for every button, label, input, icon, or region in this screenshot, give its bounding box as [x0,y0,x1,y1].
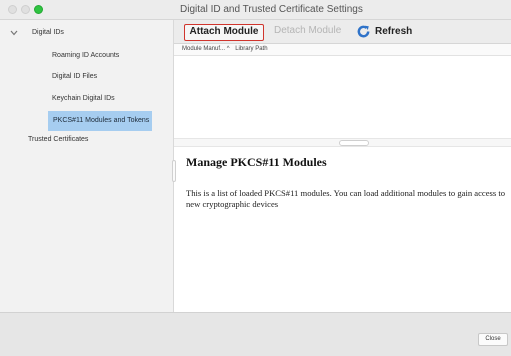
toolbar: Attach Module Detach Module Refresh [174,20,511,44]
sidebar-item-digital-ids[interactable]: Digital IDs [32,29,64,36]
window-close-button[interactable] [8,5,17,14]
modules-table-body[interactable] [174,56,511,138]
sidebar-item-roaming-id-accounts[interactable]: Roaming ID Accounts [52,52,119,59]
sidebar-item-label: PKCS#11 Modules and Tokens [53,117,150,124]
sidebar: Digital IDs Roaming ID Accounts Digital … [0,20,174,312]
sidebar-resize-handle[interactable] [172,160,176,182]
detach-module-button[interactable]: Detach Module [274,25,341,36]
column-header-library-path[interactable]: Library Path [235,46,267,52]
footer-bar: Close [0,312,511,356]
refresh-icon [357,25,370,38]
chevron-down-icon[interactable] [9,28,19,38]
column-header-module-manufacturer[interactable]: Module Manuf... ^ Library Path [182,46,268,52]
pane-splitter[interactable] [174,138,511,147]
window-minimize-button[interactable] [21,5,30,14]
info-heading: Manage PKCS#11 Modules [186,155,327,169]
sidebar-item-trusted-certificates[interactable]: Trusted Certificates [28,136,88,143]
refresh-label: Refresh [375,26,413,37]
close-button[interactable]: Close [478,333,508,346]
sidebar-item-digital-id-files[interactable]: Digital ID Files [52,73,97,80]
sidebar-item-pkcs11-modules[interactable]: PKCS#11 Modules and Tokens [48,111,152,131]
window-zoom-button[interactable] [34,5,43,14]
sidebar-item-keychain-digital-ids[interactable]: Keychain Digital IDs [52,95,115,102]
window-title: Digital ID and Trusted Certificate Setti… [180,4,363,15]
splitter-grip[interactable] [339,140,369,146]
title-bar: Digital ID and Trusted Certificate Setti… [0,0,511,20]
attach-module-button[interactable]: Attach Module [184,24,264,41]
modules-table-header: Module Manuf... ^ Library Path [174,44,511,56]
info-pane: Manage PKCS#11 Modules This is a list of… [174,147,511,312]
info-description: This is a list of loaded PKCS#11 modules… [186,188,506,209]
